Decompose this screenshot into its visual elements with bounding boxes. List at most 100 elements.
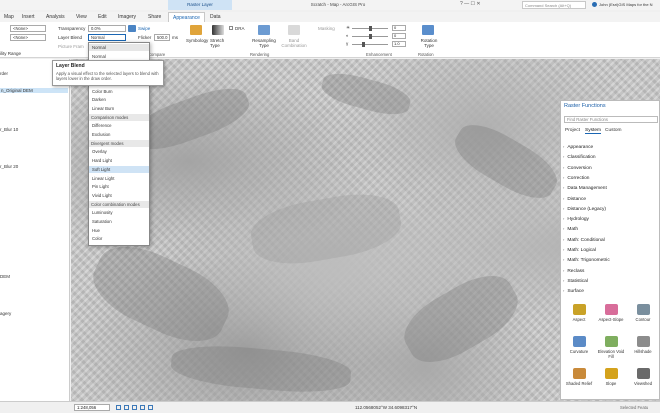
brightness-spin[interactable]: 0 — [392, 25, 406, 31]
blend-option[interactable]: Difference — [89, 122, 149, 129]
rf-tool-aspect[interactable]: Aspect — [565, 304, 593, 322]
rf-category[interactable]: › Math: Logical — [563, 247, 596, 253]
snap-icon[interactable] — [148, 405, 153, 410]
blend-option[interactable]: Hue — [89, 227, 149, 234]
grid-icon[interactable] — [116, 405, 121, 410]
rf-tool-hillshade[interactable]: Hillshade — [629, 336, 657, 354]
masking-label[interactable]: Masking — [318, 26, 335, 31]
blend-option[interactable]: Color — [89, 235, 149, 242]
blend-option[interactable]: Pin Light — [89, 183, 149, 190]
blend-option[interactable]: Exclusion — [89, 131, 149, 138]
swipe-label[interactable]: Swipe — [138, 26, 150, 31]
transparency-input[interactable]: 0.0% — [88, 25, 126, 32]
window-controls[interactable]: ? — ☐ ✕ — [460, 1, 481, 7]
rf-tool-contour[interactable]: Contour — [629, 304, 657, 322]
blend-option[interactable]: Normal — [89, 53, 149, 60]
blend-option[interactable]: Luminosity — [89, 209, 149, 216]
resampling-icon[interactable] — [258, 25, 270, 35]
rf-category[interactable]: › Conversion — [563, 165, 592, 171]
rf-category[interactable]: › Appearance — [563, 144, 593, 150]
blend-option[interactable]: Darken — [89, 96, 149, 103]
rf-category[interactable]: › Correction — [563, 175, 589, 181]
layer-original-dem[interactable]: n_Original DEM — [0, 88, 68, 93]
gamma-slider[interactable] — [352, 42, 388, 47]
rf-tab-custom[interactable]: Custom — [605, 128, 622, 133]
rotation-type-label[interactable]: Rotation Type — [416, 38, 442, 48]
swipe-icon[interactable] — [128, 25, 136, 32]
blend-option[interactable]: Normal — [89, 44, 149, 51]
rf-category[interactable]: › Distance (Legacy) — [563, 206, 606, 212]
blend-option[interactable]: Soft Light — [89, 165, 149, 173]
rf-tool-slope[interactable]: Slope — [597, 368, 625, 386]
rotation-icon[interactable] — [422, 25, 434, 35]
layer-blur-20[interactable]: r_Blur 20 — [0, 164, 18, 169]
gamma-spin[interactable]: 1.0 — [392, 41, 406, 47]
rf-tab-system[interactable]: System — [585, 128, 601, 134]
tab-map[interactable]: Map — [4, 12, 14, 22]
rf-category[interactable]: › Hydrology — [563, 216, 589, 222]
min-scale-select[interactable]: <None> — [10, 25, 46, 32]
band-combination-icon[interactable] — [288, 25, 300, 35]
blend-option[interactable]: Vivid Light — [89, 192, 149, 199]
blend-option[interactable]: Linear Burn — [89, 105, 149, 112]
rf-category[interactable]: › Data Management — [563, 185, 607, 191]
rf-category[interactable]: › Math: Conditional — [563, 237, 605, 243]
rf-tab-project[interactable]: Project — [565, 128, 580, 133]
gamma-knob[interactable] — [362, 42, 365, 47]
rf-category[interactable]: › Math — [563, 226, 578, 232]
tab-view[interactable]: View — [76, 12, 87, 22]
rf-category[interactable]: › Classification — [563, 154, 596, 160]
refresh-icon[interactable] — [132, 405, 137, 410]
rf-tool-shaded-relief[interactable]: Shaded Relief — [565, 368, 593, 386]
visibility-range-label: ility Range — [0, 51, 22, 56]
flicker-label[interactable]: Flicker — [138, 35, 151, 40]
tab-appearance[interactable]: Appearance — [168, 12, 205, 22]
band-combination-label[interactable]: Band Combination — [278, 38, 310, 48]
scale-select[interactable]: 1:248,056 — [74, 404, 110, 411]
picture-frame-label[interactable]: Picture Fram — [58, 44, 84, 49]
tab-insert[interactable]: Insert — [22, 12, 35, 22]
raster-functions-search-input[interactable]: Find Raster Functions — [564, 116, 658, 123]
blend-option[interactable]: Linear Light — [89, 175, 149, 182]
rf-category[interactable]: › Distance — [563, 196, 586, 202]
stretch-type-label[interactable]: Stretch Type — [210, 38, 226, 48]
layer-blur-10[interactable]: r_Blur 10 — [0, 127, 18, 132]
pause-icon[interactable] — [124, 405, 129, 410]
rf-category[interactable]: › Math: Trigonometric — [563, 257, 610, 263]
contrast-slider[interactable] — [352, 34, 388, 39]
window-title: Scratch - Map - ArcGIS Pro — [310, 2, 366, 7]
brightness-knob[interactable] — [369, 26, 372, 31]
rf-tool-curvature[interactable]: Curvature — [565, 336, 593, 354]
nav-icon[interactable] — [140, 405, 145, 410]
rf-category[interactable]: › Surface — [563, 288, 584, 294]
resampling-type-label[interactable]: Resampling Type — [250, 38, 278, 48]
blend-option[interactable]: Saturation — [89, 218, 149, 225]
rf-category[interactable]: › Statistical — [563, 278, 588, 284]
user-account[interactable]: John (Esri)GIS Maps for the N — [592, 0, 660, 10]
dra-checkbox[interactable] — [229, 26, 233, 30]
layer-blend-select[interactable]: Normal — [88, 34, 126, 41]
contrast-knob[interactable] — [369, 34, 372, 39]
tab-imagery[interactable]: Imagery — [118, 12, 136, 22]
tab-analysis[interactable]: Analysis — [46, 12, 65, 22]
symbology-icon[interactable] — [190, 25, 202, 35]
blend-option[interactable]: Color Burn — [89, 88, 149, 95]
rf-category[interactable]: › Reclass — [563, 268, 584, 274]
blend-option[interactable]: Overlay — [89, 148, 149, 155]
tab-share[interactable]: Share — [148, 12, 161, 22]
stretch-type-icon[interactable] — [212, 25, 224, 35]
max-scale-select[interactable]: <None> — [10, 34, 46, 41]
blend-option[interactable]: Hard Light — [89, 157, 149, 164]
symbology-label[interactable]: Symbology — [186, 38, 208, 43]
flicker-input[interactable]: 500.0 — [154, 34, 170, 41]
tab-edit[interactable]: Edit — [98, 12, 107, 22]
rf-tool-aspect-slope[interactable]: Aspect-Slope — [597, 304, 625, 322]
rf-tool-viewshed[interactable]: Viewshed — [629, 368, 657, 386]
layer-imagery[interactable]: agery — [0, 311, 11, 316]
command-search-input[interactable]: Command Search (Alt+Q) — [522, 1, 586, 9]
rf-tool-elevation-void-fill[interactable]: Elevation Void Fill — [597, 336, 625, 359]
contrast-spin[interactable]: 0 — [392, 33, 406, 39]
tab-data[interactable]: Data — [210, 12, 221, 22]
layer-dem[interactable]: DEM — [0, 274, 10, 279]
brightness-slider[interactable] — [352, 26, 388, 31]
